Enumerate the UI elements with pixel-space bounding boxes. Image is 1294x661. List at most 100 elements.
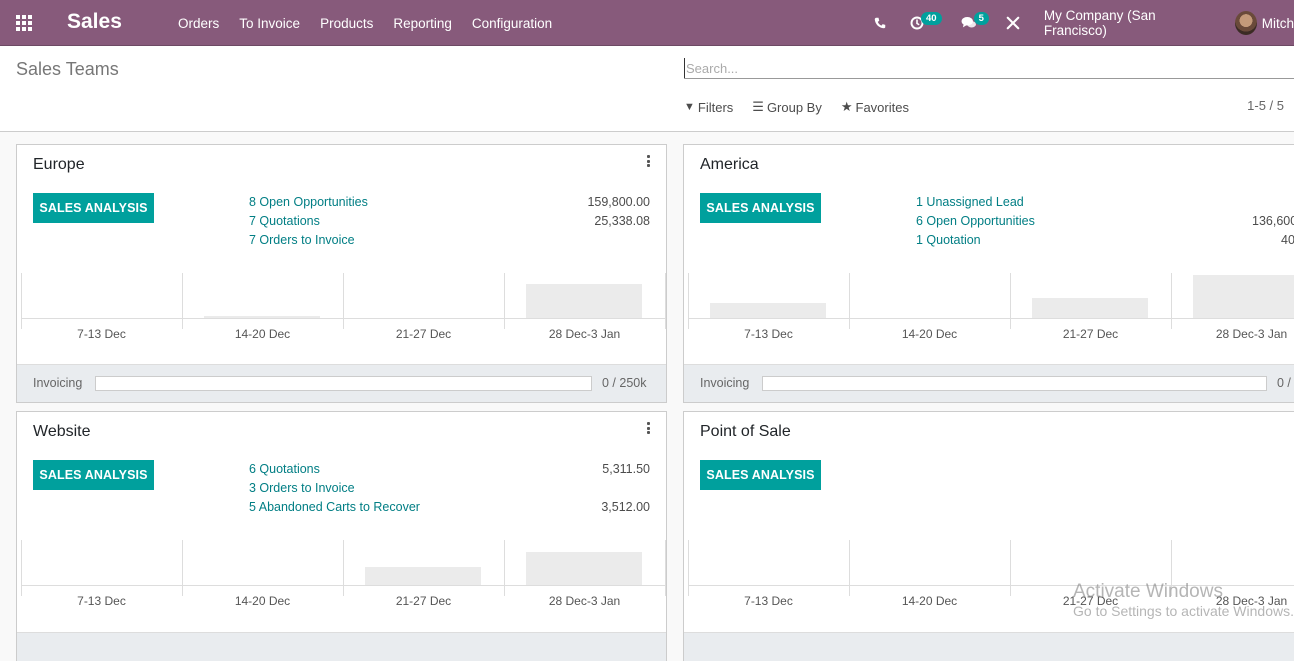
- debug-tools-button[interactable]: [1006, 16, 1020, 30]
- pager-value[interactable]: 1-5 / 5: [1247, 98, 1284, 113]
- group-by-button[interactable]: ☰ Group By: [752, 99, 822, 115]
- stat-link[interactable]: 5 Abandoned Carts to Recover: [249, 498, 420, 517]
- stat-link[interactable]: 7 Quotations: [249, 212, 368, 231]
- phone-button[interactable]: [874, 17, 886, 29]
- stat-link[interactable]: 1 Unassigned Lead: [916, 193, 1035, 212]
- app-title[interactable]: Sales: [67, 10, 122, 34]
- team-stats: 1 Unassigned Lead 6 Open Opportunities 1…: [916, 193, 1035, 250]
- user-avatar[interactable]: [1234, 11, 1257, 35]
- menu-to-invoice[interactable]: To Invoice: [229, 16, 310, 31]
- menu-reporting[interactable]: Reporting: [383, 16, 462, 31]
- team-stats: 8 Open Opportunities 7 Quotations 7 Orde…: [249, 193, 368, 250]
- graph-gridline: [1010, 540, 1011, 596]
- graph-bar[interactable]: [365, 567, 481, 585]
- team-name: Europe: [33, 156, 85, 173]
- invoicing-progress-text[interactable]: 0 / 250k: [602, 376, 646, 390]
- activity-button[interactable]: 40: [910, 11, 945, 30]
- sales-graph[interactable]: [21, 273, 666, 329]
- stat-amount: 136,600.00: [1252, 212, 1294, 231]
- apps-menu-icon[interactable]: [16, 15, 34, 31]
- messages-count-badge: 5: [973, 11, 989, 25]
- graph-x-label: 14-20 Dec: [901, 327, 958, 341]
- stat-amount: 159,800.00: [587, 195, 650, 209]
- invoicing-progress-text[interactable]: 0 /: [1277, 376, 1291, 390]
- graph-gridline: [504, 273, 505, 329]
- filters-button[interactable]: ▼ Filters: [684, 99, 733, 115]
- team-card-america[interactable]: America SALES ANALYSIS 1 Unassigned Lead…: [683, 144, 1294, 403]
- graph-gridline: [504, 540, 505, 596]
- graph-x-label: 21-27 Dec: [1062, 594, 1119, 608]
- graph-x-label: 14-20 Dec: [234, 327, 291, 341]
- stat-link[interactable]: 8 Open Opportunities: [249, 193, 368, 212]
- graph-x-label: 21-27 Dec: [395, 327, 452, 341]
- graph-gridline: [849, 540, 850, 596]
- team-card-website[interactable]: Website SALES ANALYSIS 6 Quotations 3 Or…: [16, 411, 667, 661]
- graph-baseline: [21, 318, 665, 319]
- messages-button[interactable]: 5: [961, 11, 992, 30]
- card-footer: [17, 632, 666, 661]
- menu-orders[interactable]: Orders: [168, 16, 229, 31]
- sales-graph[interactable]: [21, 540, 666, 596]
- stat-link[interactable]: 7 Orders to Invoice: [249, 231, 368, 250]
- invoicing-label: Invoicing: [33, 376, 83, 390]
- graph-gridline: [665, 273, 666, 329]
- graph-gridline: [688, 540, 689, 596]
- graph-gridline: [849, 273, 850, 329]
- team-name: Point of Sale: [700, 423, 791, 440]
- menu-configuration[interactable]: Configuration: [462, 16, 562, 31]
- user-menu[interactable]: Mitch: [1262, 16, 1294, 31]
- graph-bar[interactable]: [204, 316, 320, 318]
- top-navbar: Sales Orders To Invoice Products Reporti…: [0, 0, 1294, 46]
- graph-bar[interactable]: [710, 303, 826, 318]
- team-name: America: [700, 156, 759, 173]
- filters-label: Filters: [697, 99, 734, 115]
- activity-count-badge: 40: [921, 11, 942, 25]
- graph-gridline: [1171, 273, 1172, 329]
- invoicing-footer: Invoicing 0 / 250k: [17, 364, 666, 402]
- graph-x-label: 7-13 Dec: [744, 327, 793, 341]
- stat-link[interactable]: 6 Quotations: [249, 460, 420, 479]
- stat-amount-value: 405: [1281, 233, 1294, 247]
- sales-analysis-button[interactable]: SALES ANALYSIS: [700, 460, 821, 490]
- invoicing-progress-bar: [762, 376, 1267, 391]
- team-amounts: 159,800.00 25,338.08: [587, 193, 650, 250]
- card-menu-kebab-icon[interactable]: [647, 422, 651, 436]
- breadcrumb-title: Sales Teams: [16, 59, 119, 79]
- filter-icon: ▼: [684, 101, 695, 113]
- stat-amount: 5,311.50: [602, 462, 650, 476]
- graph-bar[interactable]: [1193, 275, 1294, 318]
- sales-analysis-button[interactable]: SALES ANALYSIS: [700, 193, 821, 223]
- graph-bar[interactable]: [526, 552, 642, 585]
- graph-baseline: [21, 585, 665, 586]
- graph-gridline: [343, 273, 344, 329]
- search-bar: [684, 58, 1294, 79]
- group-by-label: Group By: [766, 99, 822, 115]
- favorites-button[interactable]: ★ Favorites: [841, 99, 909, 115]
- card-menu-kebab-icon[interactable]: [647, 155, 651, 169]
- sales-analysis-button[interactable]: SALES ANALYSIS: [33, 460, 154, 490]
- graph-bar[interactable]: [1032, 298, 1148, 318]
- graph-bar[interactable]: [526, 284, 642, 318]
- sales-graph[interactable]: [688, 273, 1294, 329]
- team-amounts: 136,600.00 405: [1214, 193, 1294, 250]
- graph-x-label: 7-13 Dec: [744, 594, 793, 608]
- stat-link[interactable]: 6 Open Opportunities: [916, 212, 1035, 231]
- graph-gridline: [1171, 540, 1172, 596]
- invoicing-footer: Invoicing 0 /: [684, 364, 1294, 402]
- company-switcher[interactable]: My Company (San Francisco): [1044, 8, 1209, 38]
- team-card-europe[interactable]: Europe SALES ANALYSIS 8 Open Opportuniti…: [16, 144, 667, 403]
- graph-x-label: 28 Dec-3 Jan: [1215, 327, 1288, 341]
- team-name: Website: [33, 423, 91, 440]
- team-card-point-of-sale[interactable]: Point of Sale SALES ANALYSIS 7-13 Dec 14-…: [683, 411, 1294, 661]
- menu-products[interactable]: Products: [310, 16, 383, 31]
- graph-gridline: [21, 273, 22, 329]
- graph-x-label: 28 Dec-3 Jan: [548, 327, 621, 341]
- sales-graph[interactable]: [688, 540, 1294, 596]
- search-input[interactable]: [684, 58, 1294, 78]
- sales-analysis-button[interactable]: SALES ANALYSIS: [33, 193, 154, 223]
- graph-gridline: [182, 273, 183, 329]
- stat-amount: 405: [1281, 231, 1294, 250]
- graph-gridline: [343, 540, 344, 596]
- stat-link[interactable]: 3 Orders to Invoice: [249, 479, 420, 498]
- stat-link[interactable]: 1 Quotation: [916, 231, 1035, 250]
